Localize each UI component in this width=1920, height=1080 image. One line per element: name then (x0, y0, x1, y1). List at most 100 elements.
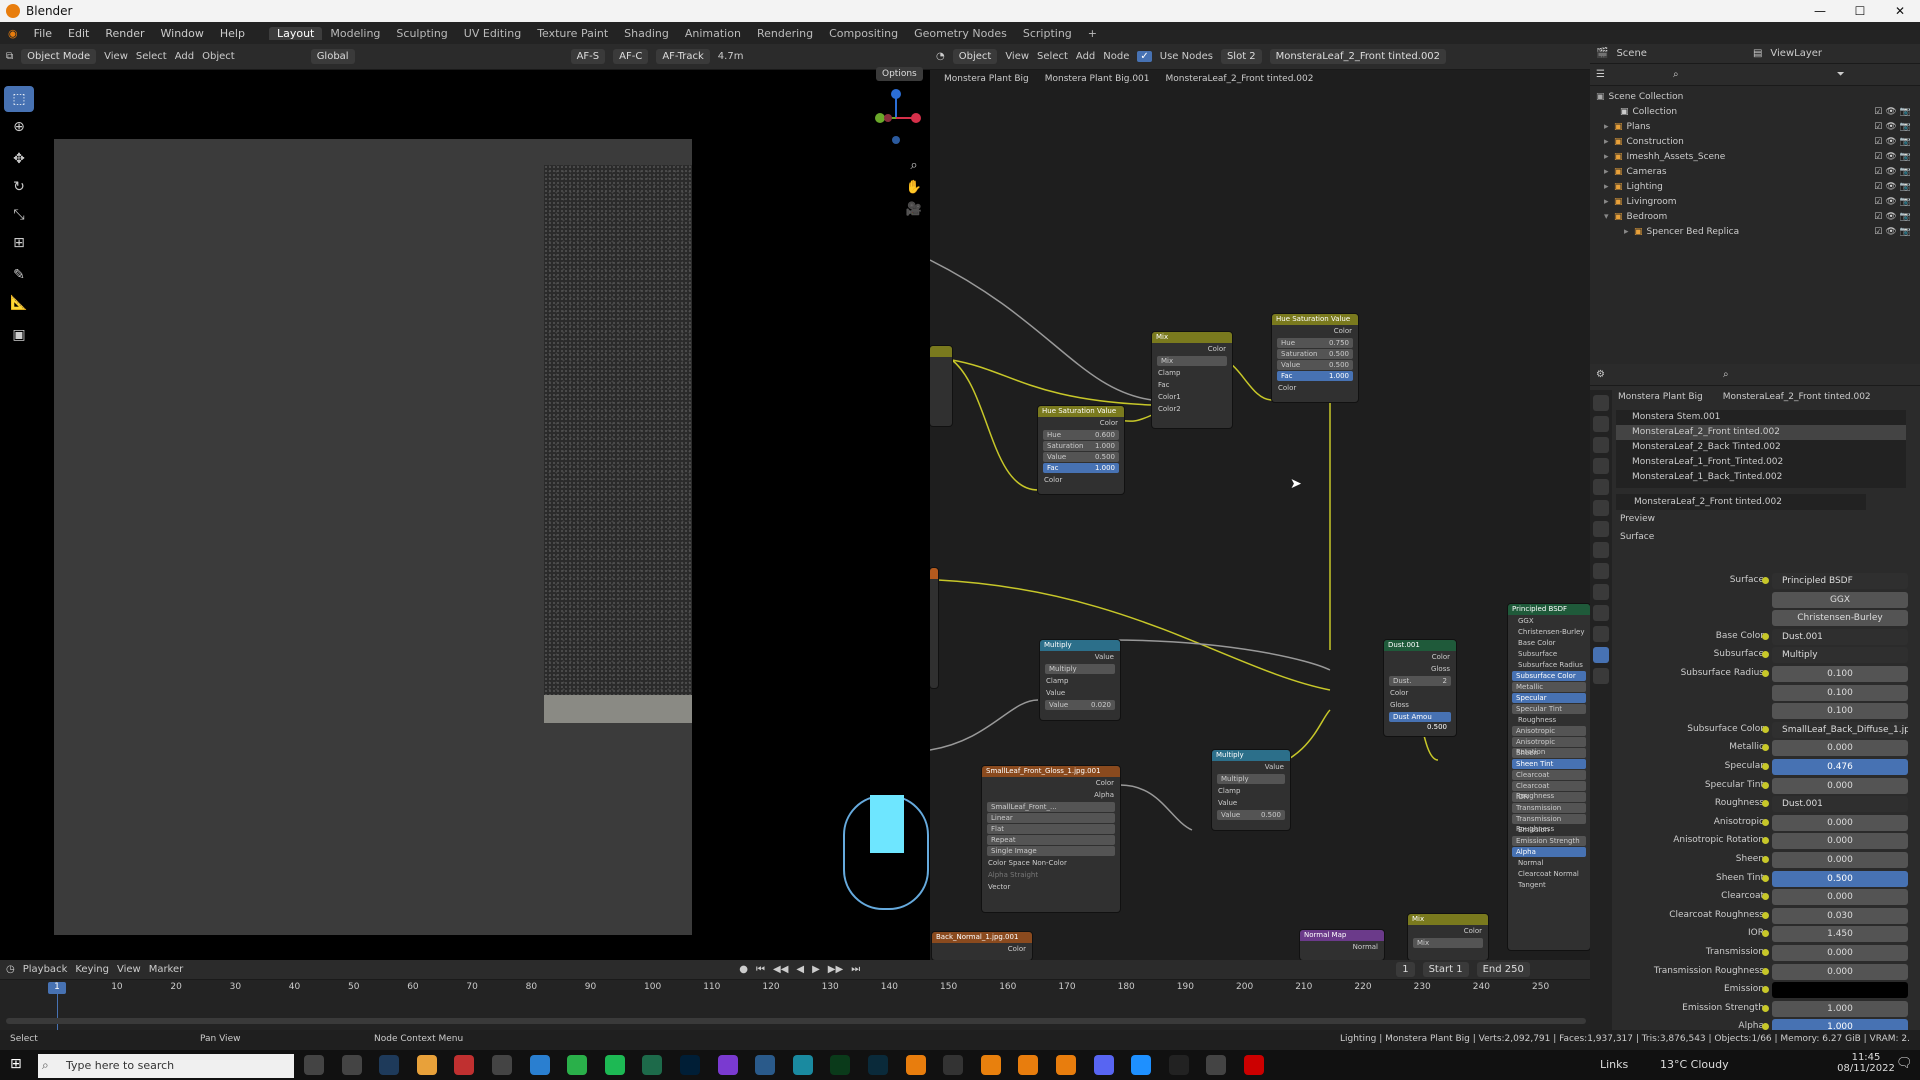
timeline-menu-keying[interactable]: Keying (75, 964, 109, 975)
node-hsv2-fac[interactable]: Fac 1.000 (1043, 463, 1119, 473)
scale-icon[interactable]: ⤡ (4, 202, 34, 228)
move-icon[interactable]: ✥ (4, 146, 34, 172)
obs-icon[interactable] (492, 1055, 512, 1075)
material-slot-list[interactable]: Monstera Stem.001 MonsteraLeaf_2_Front ti… (1616, 410, 1906, 488)
socket-icon[interactable] (1762, 949, 1769, 956)
properties-search-icon[interactable]: ⌕ (1723, 369, 1729, 380)
prop-value[interactable]: 0.000 (1772, 740, 1908, 757)
viewport-menu-object[interactable]: Object (202, 51, 235, 62)
bsdf-input[interactable]: Emission (1512, 825, 1586, 835)
node-tex-alpha[interactable]: Alpha Straight (982, 869, 1120, 881)
timeline-menu-marker[interactable]: Marker (149, 964, 184, 975)
outliner-item[interactable]: ▸ ▣ Plans ☑👁📷 (1596, 119, 1914, 134)
outliner-item[interactable]: ▸ ▣ Cameras ☑👁📷 (1596, 164, 1914, 179)
maximize-button[interactable]: ☐ (1840, 0, 1880, 22)
expand-arrow-icon[interactable]: ▸ (1604, 122, 1614, 132)
output-tab-icon[interactable] (1593, 437, 1609, 453)
current-frame-field[interactable]: 1 (1396, 962, 1415, 977)
menu-window[interactable]: Window (153, 27, 212, 40)
visibility-toggles-icon[interactable]: ☑👁📷 (1874, 167, 1914, 177)
node-tex-projection[interactable]: Flat (987, 824, 1115, 834)
af-track-button[interactable]: AF-Track (656, 49, 710, 64)
bsdf-input[interactable]: Sheen (1512, 748, 1586, 758)
visibility-toggles-icon[interactable]: ☑👁📷 (1874, 227, 1914, 237)
view-layer-tab-icon[interactable] (1593, 458, 1609, 474)
socket-icon[interactable] (1762, 670, 1769, 677)
timeline-type-icon[interactable]: ◷ (6, 964, 15, 975)
node-menu-node[interactable]: Node (1103, 51, 1129, 62)
refresh-icon[interactable] (1206, 1055, 1227, 1075)
blender-menu-icon[interactable]: ◉ (0, 27, 26, 40)
node-multiply-1[interactable]: Multiply Value Multiply Clamp Value Valu… (1040, 640, 1120, 720)
node-mult2-value[interactable]: Value 0.500 (1217, 810, 1285, 820)
physics-tab-icon[interactable] (1593, 584, 1609, 600)
outliner-item[interactable]: ▸ ▣ Lighting ☑👁📷 (1596, 179, 1914, 194)
vlc-icon[interactable] (1056, 1055, 1076, 1075)
node-tex-image[interactable]: SmallLeaf_Front_... (987, 802, 1115, 812)
tab-uv-editing[interactable]: UV Editing (456, 27, 529, 40)
prop-value[interactable]: 0.500 (1772, 870, 1908, 887)
prop-value[interactable]: SmallLeaf_Back_Diffuse_1.jpg.001 (1772, 721, 1908, 738)
bsdf-input[interactable]: Anisotropic (1512, 726, 1586, 736)
particles-tab-icon[interactable] (1593, 563, 1609, 579)
node-principled-bsdf[interactable]: Principled BSDF GGX Christensen-Burley Bas… (1508, 604, 1590, 950)
taskbar-links[interactable]: Links (1600, 1058, 1628, 1071)
socket-icon[interactable] (1762, 911, 1769, 919)
partial-node-left-2[interactable] (930, 568, 938, 688)
node-back-normal-texture[interactable]: Back_Normal_1.jpg.001 Color (932, 932, 1032, 960)
tab-sculpting[interactable]: Sculpting (388, 27, 455, 40)
node-hsv1-val[interactable]: Value 0.500 (1277, 360, 1353, 370)
blender-icon-3[interactable] (1018, 1055, 1039, 1075)
bsdf-input[interactable]: GGX (1512, 616, 1586, 626)
minimize-button[interactable]: — (1800, 0, 1840, 22)
tab-texture-paint[interactable]: Texture Paint (529, 27, 616, 40)
node-mix2-mode[interactable]: Mix (1413, 938, 1483, 948)
material-slot-item[interactable]: MonsteraLeaf_2_Front tinted.002 (1616, 425, 1906, 440)
material-slot-item[interactable]: MonsteraLeaf_1_Back_Tinted.002 (1616, 470, 1906, 485)
acrobat-icon[interactable] (1244, 1055, 1264, 1075)
record-icon[interactable]: ● (739, 964, 748, 975)
slot-selector[interactable]: Slot 2 (1220, 49, 1262, 64)
measure-icon[interactable]: 📐 (4, 290, 34, 316)
node-tex-extension[interactable]: Repeat (987, 835, 1115, 845)
navigation-gizmo[interactable] (866, 88, 926, 148)
chrome-icon[interactable] (567, 1055, 588, 1075)
blender-icon-1[interactable] (905, 1055, 926, 1075)
mode-selector[interactable]: Object Mode (21, 49, 97, 64)
node-hsv2-hue[interactable]: Hue 0.600 (1043, 430, 1119, 440)
start-frame-field[interactable]: Start 1 (1422, 962, 1469, 977)
node-mix-mode[interactable]: Mix (1157, 356, 1227, 366)
pan-hand-icon[interactable]: ✋ (904, 177, 924, 199)
socket-icon[interactable] (1762, 651, 1769, 659)
menu-file[interactable]: File (26, 27, 60, 40)
timeline-ruler[interactable]: 1102030405060708090100110120130140150160… (0, 980, 1590, 996)
viewlayer-name[interactable]: ViewLayer (1770, 48, 1822, 59)
outliner-filter-icon[interactable]: ⏷ (1837, 69, 1845, 80)
surface-panel-header[interactable]: Surface (1620, 532, 1654, 542)
node-mult1-mode[interactable]: Multiply (1045, 664, 1115, 674)
node-hsv1-hue[interactable]: Hue 0.750 (1277, 338, 1353, 348)
camera-view-icon[interactable]: 🎥 (904, 199, 924, 221)
app-icon-gear[interactable] (943, 1055, 964, 1075)
jump-end-icon[interactable]: ⏭ (851, 964, 860, 975)
prop-value[interactable]: 0.476 (1772, 759, 1908, 775)
node-hsv1-fac[interactable]: Fac 1.000 (1277, 371, 1353, 381)
tab-geometry-nodes[interactable]: Geometry Nodes (906, 27, 1015, 40)
node-hsv2-sat[interactable]: Saturation 1.000 (1043, 441, 1119, 451)
file-explorer-icon[interactable] (416, 1055, 437, 1075)
node-mix-2[interactable]: Mix Color Mix (1408, 914, 1488, 960)
node-mult1-value[interactable]: Value 0.020 (1045, 700, 1115, 710)
use-nodes-checkbox[interactable]: ✓ (1137, 51, 1152, 62)
node-dust-group[interactable]: Dust.001 Color Gloss Dust. 2 Color Gloss … (1384, 640, 1456, 736)
bsdf-input[interactable]: Base Color (1512, 638, 1586, 648)
outliner-item[interactable]: ▸ ▣ Construction ☑👁📷 (1596, 134, 1914, 149)
viewport-menu-select[interactable]: Select (136, 51, 167, 62)
socket-icon[interactable] (1762, 800, 1769, 808)
node-image-texture[interactable]: SmallLeaf_Front_Gloss_1.jpg.001 Color Al… (982, 766, 1120, 912)
select-box-icon[interactable]: ⬚ (4, 86, 34, 112)
modifier-tab-icon[interactable] (1593, 542, 1609, 558)
af-s-button[interactable]: AF-S (570, 49, 606, 64)
spotify-icon[interactable] (604, 1055, 625, 1075)
viewport-menu-view[interactable]: View (104, 51, 128, 62)
outliner-search-icon[interactable]: ⌕ (1673, 69, 1679, 80)
